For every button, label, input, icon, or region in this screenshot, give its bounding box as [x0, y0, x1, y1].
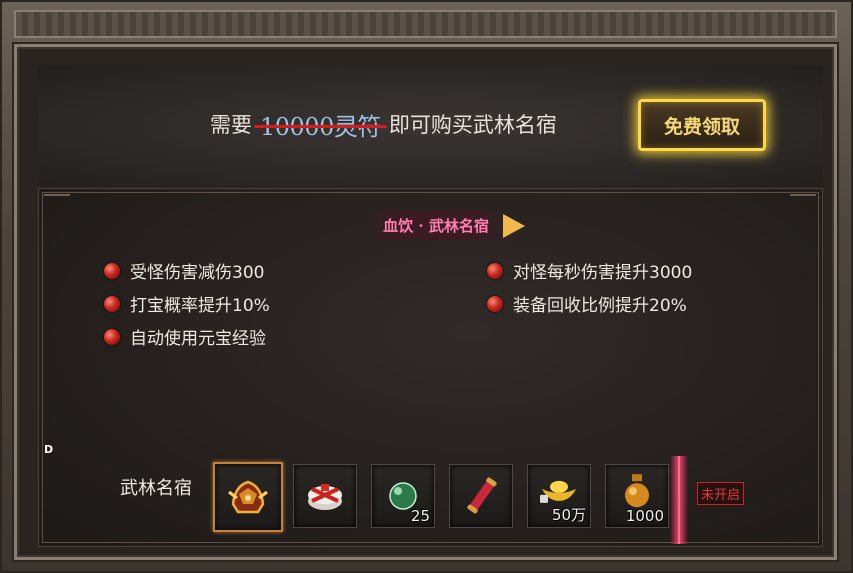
perk-item: 受怪伤害减伤300	[104, 258, 264, 283]
free-claim-button[interactable]: 免费领取	[638, 99, 766, 151]
perk-item: 自动使用元宝经验	[104, 324, 266, 349]
reward-slot-scroll[interactable]	[449, 464, 513, 528]
rewards-label: 武林名宿	[120, 478, 192, 499]
perk-item: 装备回收比例提升20%	[487, 291, 687, 316]
gift-box-icon	[308, 484, 342, 510]
reward-slot-jade-orb[interactable]: 25	[371, 464, 435, 528]
red-light-effect	[670, 456, 688, 544]
reward-slot-potion[interactable]: 1000	[605, 464, 669, 528]
price-line: 需要 10000灵符 即可购买武林名宿	[210, 106, 557, 142]
reward-slot-gift-box[interactable]	[293, 464, 357, 528]
corner-marker: D	[44, 443, 54, 456]
scroll-icon	[467, 477, 497, 514]
reward-slot-helmet[interactable]	[213, 462, 283, 532]
top-ornament-strip	[14, 10, 837, 38]
status-badge: 未开启	[697, 482, 745, 505]
item-quantity: 50万	[551, 506, 586, 524]
perk-text: 对怪每秒伤害提升3000	[513, 263, 693, 283]
perk-text: 自动使用元宝经验	[130, 329, 266, 349]
item-quantity: 1000	[625, 507, 664, 525]
potion-icon	[625, 474, 649, 508]
perk-text: 装备回收比例提升20%	[513, 296, 687, 316]
perk-text: 受怪伤害减伤300	[130, 263, 265, 283]
bullet-orb-icon	[487, 262, 503, 279]
price-suffix: 即可购买武林名宿	[388, 113, 557, 137]
arrow-right-icon	[503, 214, 525, 238]
item-quantity: 25	[410, 507, 430, 525]
panel-corner-ornament	[44, 194, 70, 210]
panel-corner-ornament	[790, 194, 816, 210]
perk-text: 打宝概率提升10%	[130, 296, 270, 316]
helmet-icon	[228, 480, 268, 514]
bullet-orb-icon	[104, 262, 120, 279]
price-prefix: 需要	[210, 113, 252, 137]
bullet-orb-icon	[487, 295, 503, 312]
original-price: 10000灵符	[254, 107, 387, 142]
bullet-orb-icon	[104, 328, 120, 345]
bullet-orb-icon	[104, 295, 120, 312]
reward-slot-gold-ingot[interactable]: 50万	[527, 464, 591, 528]
perk-item: 对怪每秒伤害提升3000	[487, 258, 692, 283]
perk-item: 打宝概率提升10%	[104, 291, 270, 316]
section-title: 血饮 · 武林名宿	[366, 210, 506, 240]
